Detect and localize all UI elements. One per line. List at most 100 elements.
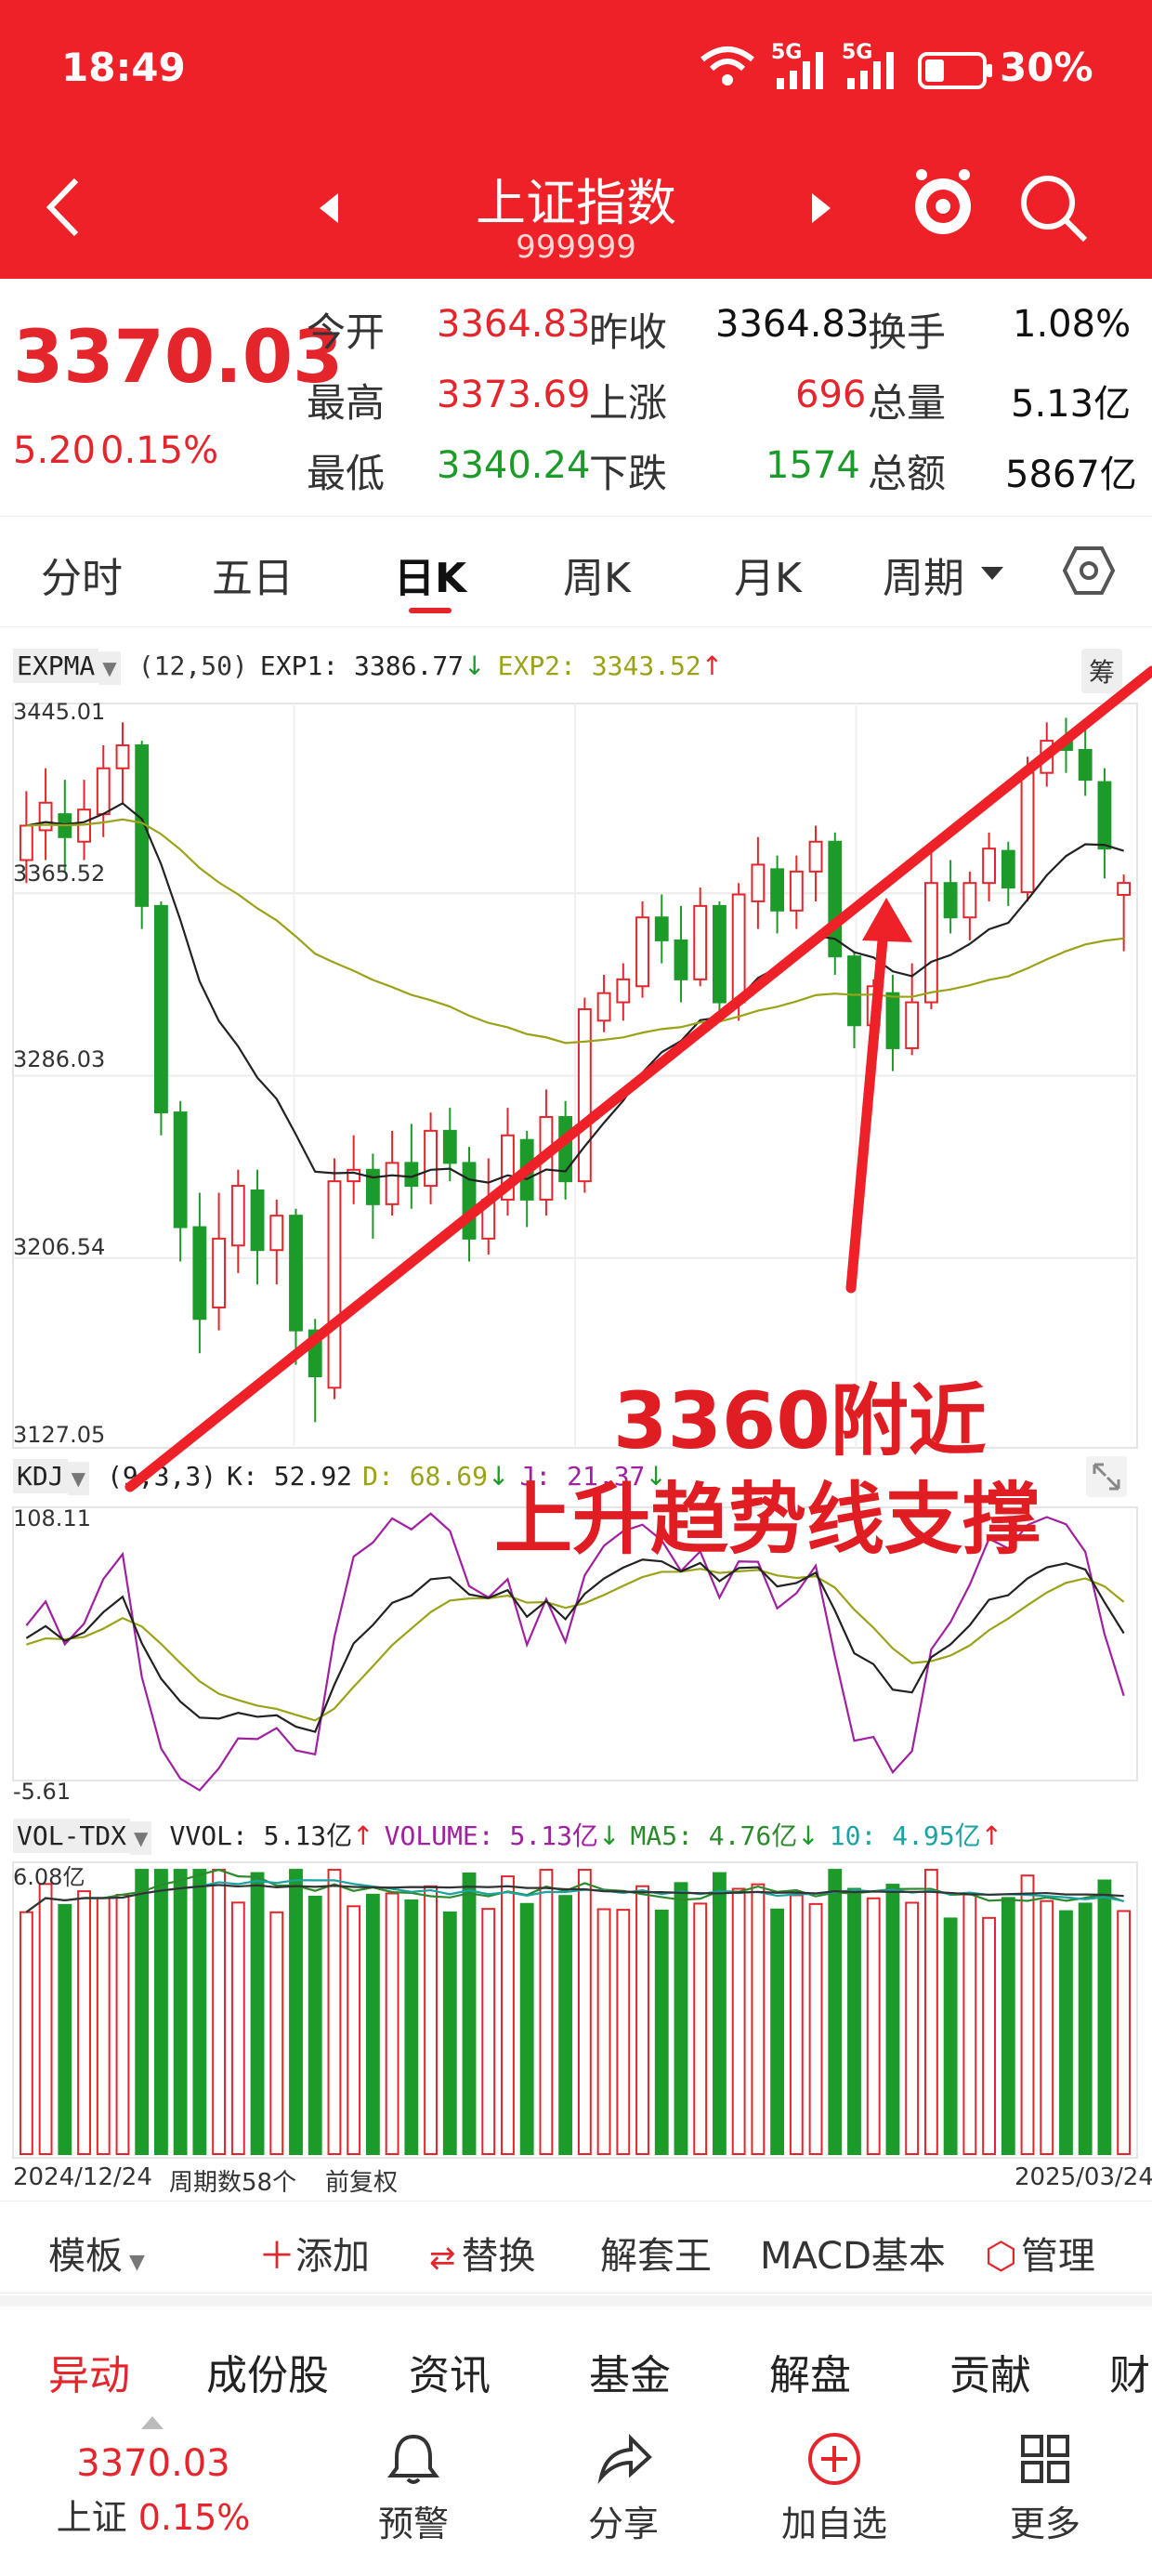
tab-components[interactable]: 成份股	[206, 2342, 329, 2401]
footer-pct: 0.15%	[137, 2497, 251, 2538]
volume-bar	[828, 1869, 843, 2155]
value-advance: 696	[795, 374, 867, 416]
manage-hex-icon: ⬡	[985, 2235, 1017, 2278]
dropdown-icon: ▼	[123, 2251, 145, 2274]
volume-bar	[308, 1895, 322, 2155]
dropdown-icon[interactable]	[981, 567, 1003, 582]
arrow-down-icon: ↓	[797, 1820, 819, 1851]
label-high: 最高	[307, 380, 386, 426]
tab-analysis[interactable]: 解盘	[769, 2342, 851, 2401]
tab-funds[interactable]: 基金	[589, 2342, 671, 2401]
tab-movement[interactable]: 异动	[48, 2342, 130, 2401]
manage-button[interactable]: ⬡ 管理	[985, 2226, 1095, 2280]
volume-bar	[154, 1869, 168, 2155]
volume-chart[interactable]	[0, 1860, 1152, 2162]
tab-daily-k[interactable]: 日K	[394, 545, 466, 604]
tab-news[interactable]: 资讯	[409, 2342, 491, 2401]
more-label: 更多	[1009, 2504, 1080, 2544]
volume-bar	[135, 1869, 150, 2155]
label-advance: 上涨	[589, 380, 668, 426]
volume-bar	[96, 1897, 111, 2155]
volume-bar	[424, 1885, 438, 2155]
vol-name[interactable]: VOL-TDX	[13, 1819, 131, 1853]
tab-weekly-k[interactable]: 周K	[563, 545, 631, 604]
add-button[interactable]: ＋添加	[258, 2226, 370, 2280]
back-icon[interactable]	[41, 175, 84, 240]
more-button[interactable]: 更多	[994, 2431, 1096, 2546]
label-volume: 总量	[868, 380, 947, 426]
period-count: 周期数58个	[169, 2169, 297, 2197]
tab-finance[interactable]: 财	[1109, 2342, 1150, 2401]
page-title: 上证指数	[476, 174, 676, 232]
tab-monthly-k[interactable]: 月K	[734, 545, 802, 604]
volume-bar	[58, 1903, 72, 2155]
up-caret-icon	[141, 2416, 164, 2429]
grid-icon	[1021, 2435, 1069, 2483]
volume-bar	[789, 1894, 804, 2156]
mascot-icon[interactable]	[910, 165, 975, 243]
volume-bar	[539, 1869, 554, 2155]
annotation-line-2: 上升趋势线支撑	[494, 1474, 1041, 1565]
status-time: 18:49	[61, 45, 186, 90]
stock-code: 999999	[516, 229, 636, 266]
price-change-pct: 0.15%	[100, 429, 219, 472]
vol-vvol: VVOL: 5.13亿	[169, 1820, 353, 1851]
vol-legend: VOL-TDX ▼ VVOL: 5.13亿↑ VOLUME: 5.13亿↓ MA5…	[13, 1816, 1002, 1855]
support-arrow-head	[862, 898, 912, 942]
next-stock-icon[interactable]	[810, 191, 832, 225]
status-bar: 18:49 5G 5G 30%	[0, 0, 1152, 139]
tab-five-day[interactable]: 五日	[212, 545, 294, 604]
value-prev-close: 3364.83	[715, 303, 870, 346]
replace-icon: ⇄	[429, 2240, 456, 2277]
replace-button[interactable]: ⇄ 替换	[429, 2226, 536, 2280]
volume-bar	[713, 1872, 727, 2155]
volume-bar	[1020, 1874, 1035, 2155]
template-button[interactable]: 模板 ▼	[48, 2226, 145, 2280]
wifi-icon	[700, 46, 754, 85]
kdj-k-line	[25, 1558, 1125, 1733]
share-button[interactable]: 分享	[572, 2431, 674, 2546]
value-high: 3373.69	[437, 374, 591, 416]
value-decline: 1574	[766, 444, 860, 487]
tab-contribution[interactable]: 贡献	[949, 2342, 1031, 2401]
alert-label: 预警	[377, 2504, 449, 2544]
add-watchlist-button[interactable]: 加自选	[769, 2431, 899, 2546]
volume-bar	[250, 1872, 265, 2155]
macd-basic-button[interactable]: MACD基本	[760, 2226, 946, 2280]
volume-bar	[115, 1894, 130, 2156]
volume-bar	[1117, 1910, 1132, 2155]
tab-intraday[interactable]: 分时	[41, 545, 123, 604]
vol-volume: VOLUME: 5.13亿	[384, 1820, 598, 1851]
tab-period[interactable]: 周期	[883, 545, 964, 604]
share-icon	[597, 2434, 652, 2485]
volume-bar	[519, 1902, 534, 2156]
search-icon[interactable]	[1018, 173, 1089, 243]
footer-price[interactable]: 3370.03	[65, 2442, 242, 2485]
volume-bar	[1078, 1902, 1093, 2156]
prev-stock-icon[interactable]	[318, 191, 340, 225]
volume-ma10-line	[25, 1879, 1124, 1913]
period-tabs: 分时 五日 日K 周K 月K 周期	[0, 516, 1152, 627]
value-amount: 5867亿	[1005, 453, 1137, 496]
volume-bar	[770, 1908, 785, 2155]
value-open: 3364.83	[437, 303, 591, 346]
quote-panel: 3370.03 5.20 0.15% 今开 3364.83 昨收 3364.83…	[0, 279, 1152, 511]
label-prev-close: 昨收	[589, 309, 668, 355]
support-arrow-shaft	[845, 914, 890, 1294]
volume-bar	[327, 1869, 342, 2155]
volume-bar	[19, 1911, 33, 2155]
unlock-king-button[interactable]: 解套王	[600, 2226, 712, 2280]
alert-button[interactable]: 预警	[362, 2431, 465, 2546]
volume-bar	[173, 1869, 188, 2155]
last-price: 3370.03	[13, 316, 344, 400]
dropdown-icon[interactable]: ▼	[130, 1821, 152, 1855]
settings-hex-icon[interactable]	[1063, 545, 1115, 597]
volume-bar	[1040, 1899, 1054, 2156]
volume-bar	[866, 1897, 881, 2156]
volume-bar	[577, 1869, 592, 2155]
footer-quote[interactable]: 上证 0.15%	[56, 2489, 251, 2540]
bell-icon	[387, 2434, 439, 2484]
info-tabs: 异动 成份股 资讯 基金 解盘 贡献 财	[0, 2295, 1152, 2416]
volume-bar	[347, 1905, 361, 2155]
volume-bar	[943, 1917, 958, 2156]
